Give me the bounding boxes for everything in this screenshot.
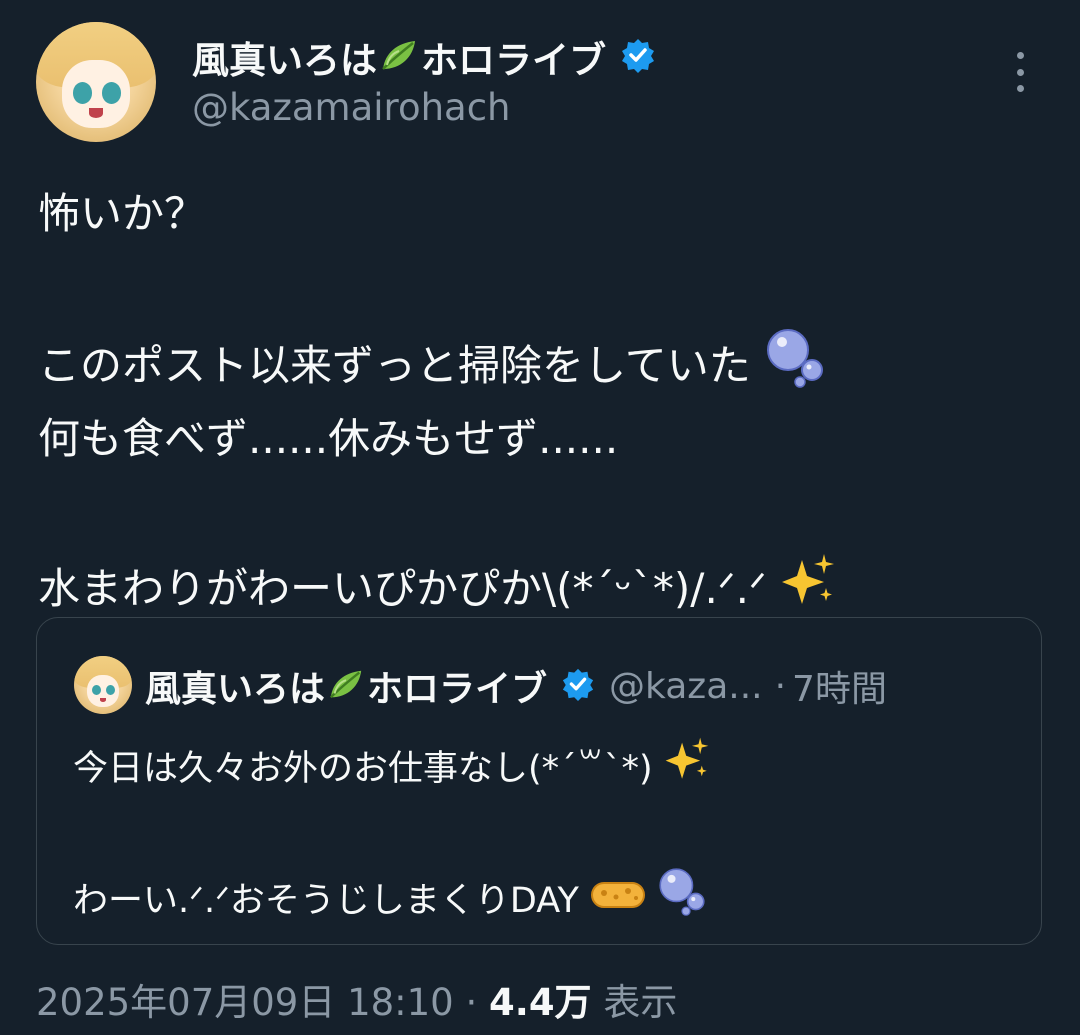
verified-badge-icon (620, 37, 656, 77)
separator-dot: · (465, 981, 478, 1024)
tweet-line: 水まわりがわーいぴかぴか\(*ˊᵕˋ*)/.ᐟ.ᐟ (38, 551, 1048, 626)
quoted-display-name-suffix[interactable]: ホロライブ (367, 660, 547, 712)
quoted-text: 今日は久々お外のお仕事なし(*´꒳`*) わーい.ᐟ.ᐟおそうじしまくりDAY (73, 736, 1023, 931)
tweet-line: 何も食べず......休みもせず...... (38, 414, 619, 463)
author-avatar[interactable] (36, 22, 156, 142)
quoted-header[interactable]: 風真いろは ホロライブ @kaza... · 7時間 (145, 660, 887, 712)
author-display-name-suffix[interactable]: ホロライブ (421, 30, 606, 84)
quoted-line: 今日は久々お外のお仕事なし(*´꒳`*) (73, 736, 1023, 801)
tweet-line: このポスト以来ずっと掃除をしていた (38, 326, 1048, 401)
author-display-name[interactable]: 風真いろは (192, 30, 377, 84)
verified-badge-icon (561, 667, 595, 705)
sparkles-icon (664, 736, 710, 804)
views-label: 表示 (603, 981, 678, 1024)
quoted-handle[interactable]: @kaza... (609, 666, 763, 707)
bubbles-icon (764, 326, 826, 411)
author-name-row[interactable]: 風真いろは ホロライブ (192, 30, 656, 84)
quoted-time[interactable]: 7時間 (792, 660, 887, 712)
tweet-line: 怖いか？ (38, 189, 207, 238)
quoted-line: わーい.ᐟ.ᐟおそうじしまくりDAY (73, 866, 1023, 931)
quoted-display-name[interactable]: 風真いろは (145, 660, 325, 712)
tweet-text: 怖いか？ このポスト以来ずっと掃除をしていた 何も食べず......休みもせず.… (38, 176, 1048, 626)
tweet-meta: 2025年07月09日 18:10 · 4.4万 表示 (36, 972, 677, 1026)
sponge-icon (590, 870, 646, 935)
bubbles-icon (657, 866, 707, 938)
quoted-author-avatar[interactable] (74, 656, 132, 714)
separator-dot: · (774, 665, 787, 707)
leaf-icon (327, 665, 365, 707)
leaf-icon (379, 35, 419, 79)
timestamp[interactable]: 2025年07月09日 18:10 (36, 981, 454, 1024)
more-options-icon[interactable] (1006, 52, 1034, 92)
views-count[interactable]: 4.4万 (489, 981, 592, 1024)
author-handle[interactable]: @kazamairohach (192, 86, 511, 129)
